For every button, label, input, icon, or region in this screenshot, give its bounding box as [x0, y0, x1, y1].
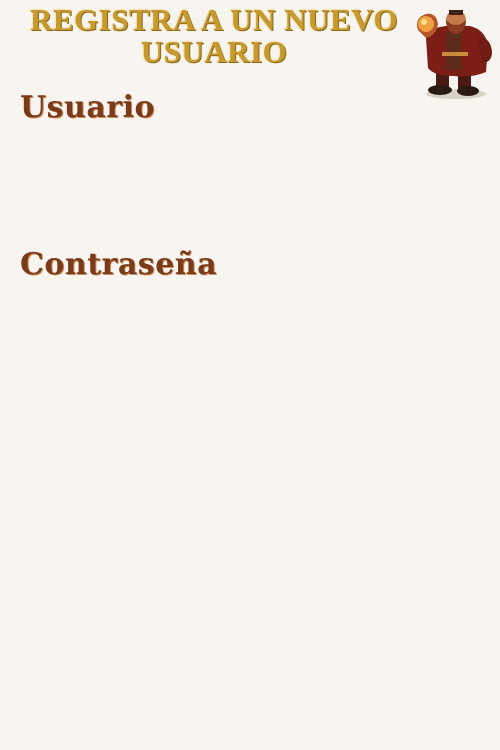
username-input[interactable]	[20, 136, 484, 178]
password-label: Contraseña	[20, 247, 218, 282]
character-avatar-icon	[412, 8, 494, 100]
page-title: REGISTRA A UN NUEVO USUARIO	[29, 2, 399, 69]
register-page: REGISTRA A UN NUEVO USUARIO Usuario Cont…	[0, 0, 500, 750]
username-label: Usuario	[20, 90, 156, 125]
password-input[interactable]	[20, 293, 484, 335]
